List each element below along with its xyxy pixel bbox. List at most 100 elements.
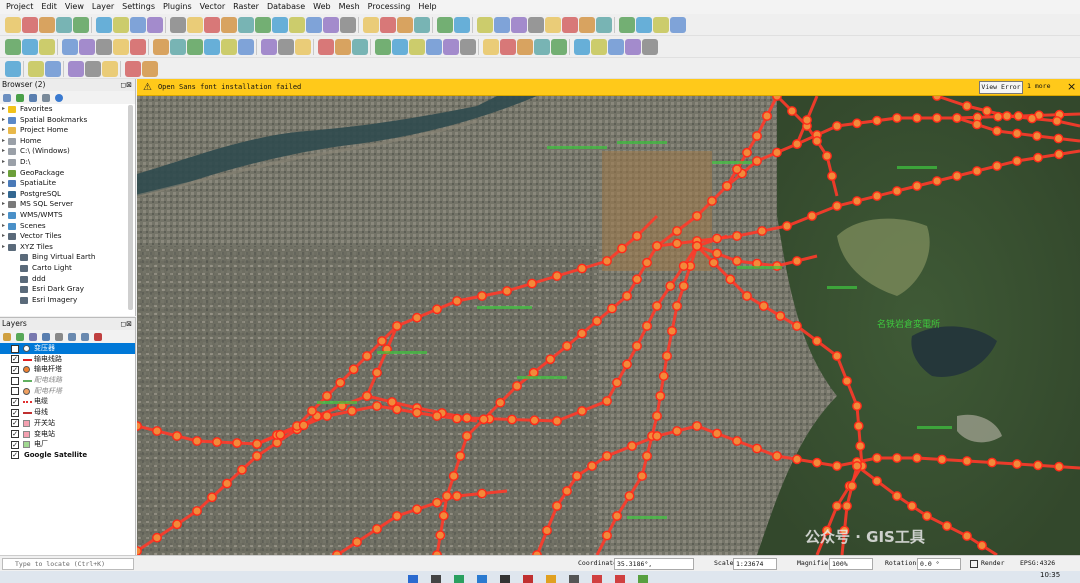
view-error-button[interactable]: View Error — [979, 81, 1023, 94]
toolbar-tool-icon[interactable] — [397, 17, 413, 33]
toolbar-tool-icon[interactable] — [278, 39, 294, 55]
transmission-tower[interactable] — [892, 453, 902, 463]
layer-row[interactable]: ✓ 输电杆塔 — [0, 364, 135, 375]
transmission-tower[interactable] — [552, 501, 562, 511]
transmission-tower[interactable] — [252, 439, 262, 449]
transmission-tower[interactable] — [832, 351, 842, 361]
expand-arrow-icon[interactable]: ▸ — [2, 125, 5, 136]
transmission-tower[interactable] — [962, 101, 972, 111]
transmission-tower[interactable] — [732, 231, 742, 241]
transmission-tower[interactable] — [137, 421, 142, 431]
transmission-tower[interactable] — [678, 261, 689, 271]
transmission-tower[interactable] — [832, 461, 842, 471]
transmission-tower[interactable] — [478, 414, 489, 425]
browser-item[interactable]: Esri Imagery — [0, 295, 135, 306]
toolbar-tool-icon[interactable] — [261, 39, 277, 55]
toolbar-tool-icon[interactable] — [414, 17, 430, 33]
transmission-tower[interactable] — [502, 286, 512, 296]
transmission-tower[interactable] — [652, 241, 662, 251]
filter-legend-icon[interactable] — [42, 332, 50, 341]
expand-arrow-icon[interactable]: ▸ — [2, 199, 5, 210]
toolbar-tool-icon[interactable] — [551, 39, 567, 55]
transmission-tower[interactable] — [725, 274, 736, 285]
open-styling-icon[interactable] — [3, 332, 11, 341]
transmission-tower[interactable] — [577, 328, 587, 339]
toolbar-tool-icon[interactable] — [221, 17, 237, 33]
toolbar-tool-icon[interactable] — [272, 17, 288, 33]
transmission-tower[interactable] — [792, 321, 802, 331]
toolbar-tool-icon[interactable] — [460, 39, 476, 55]
transmission-tower[interactable] — [507, 414, 517, 425]
transmission-tower[interactable] — [892, 186, 902, 196]
transmission-tower[interactable] — [542, 525, 552, 536]
layer-visibility-checkbox[interactable] — [11, 376, 19, 385]
transmission-tower[interactable] — [652, 411, 662, 421]
expand-arrow-icon[interactable]: ▸ — [2, 231, 5, 242]
expand-arrow-icon[interactable]: ▸ — [2, 115, 5, 126]
transmission-tower[interactable] — [237, 464, 247, 475]
toolbar-tool-icon[interactable] — [335, 39, 351, 55]
browser-item[interactable]: ▸ GeoPackage — [0, 168, 135, 179]
browser-item[interactable]: ▸ WMS/WMTS — [0, 210, 135, 221]
browser-item[interactable]: ▸ PostgreSQL — [0, 189, 135, 200]
toolbar-tool-icon[interactable] — [363, 17, 379, 33]
transmission-tower[interactable] — [678, 281, 689, 291]
transmission-tower[interactable] — [275, 429, 286, 440]
transmission-tower[interactable] — [712, 428, 722, 439]
transmission-tower[interactable] — [192, 436, 202, 446]
transmission-tower[interactable] — [577, 263, 587, 274]
toolbar-tool-icon[interactable] — [56, 17, 72, 33]
transmission-tower[interactable] — [627, 441, 637, 451]
app-icon[interactable] — [615, 575, 625, 583]
transmission-tower[interactable] — [812, 136, 822, 146]
transmission-tower[interactable] — [832, 501, 842, 511]
transmission-tower[interactable] — [855, 441, 866, 451]
toolbar-tool-icon[interactable] — [238, 17, 254, 33]
toolbar-tool-icon[interactable] — [454, 17, 470, 33]
layer-visibility-checkbox[interactable]: ✓ — [11, 419, 19, 428]
transmission-tower[interactable] — [322, 391, 332, 401]
search-icon[interactable] — [431, 575, 441, 583]
transmission-tower[interactable] — [137, 546, 142, 555]
menu-edit[interactable]: Edit — [37, 0, 61, 14]
transmission-tower[interactable] — [852, 118, 862, 129]
toolbar-tool-icon[interactable] — [574, 39, 590, 55]
transmission-tower[interactable] — [212, 437, 222, 447]
layer-visibility-checkbox[interactable]: ✓ — [11, 451, 19, 460]
toolbar-tool-icon[interactable] — [494, 17, 510, 33]
toolbar-tool-icon[interactable] — [68, 61, 84, 77]
transmission-tower[interactable] — [792, 139, 802, 149]
toolbar-tool-icon[interactable] — [142, 61, 158, 77]
transmission-tower[interactable] — [1054, 461, 1064, 472]
toolbar-tool-icon[interactable] — [437, 17, 453, 33]
toolbar-tool-icon[interactable] — [238, 39, 254, 55]
transmission-tower[interactable] — [152, 532, 162, 543]
toolbar-tool-icon[interactable] — [625, 39, 641, 55]
transmission-tower[interactable] — [602, 396, 612, 406]
layer-row[interactable]: 配电杆塔 — [0, 386, 135, 397]
transmission-tower[interactable] — [222, 478, 232, 489]
toolbar-tool-icon[interactable] — [39, 39, 55, 55]
transmission-tower[interactable] — [1033, 460, 1043, 471]
toolbar-tool-icon[interactable] — [5, 39, 21, 55]
transmission-tower[interactable] — [495, 397, 506, 408]
transmission-tower[interactable] — [152, 426, 162, 436]
transmission-tower[interactable] — [937, 454, 947, 465]
transmission-tower[interactable] — [992, 126, 1002, 136]
toolbar-tool-icon[interactable] — [73, 17, 89, 33]
toolbar-tool-icon[interactable] — [318, 39, 334, 55]
toolbar-tool-icon[interactable] — [204, 17, 220, 33]
transmission-tower[interactable] — [512, 381, 522, 391]
layer-row[interactable]: ✓ 母线 — [0, 407, 135, 418]
toolbar-tool-icon[interactable] — [62, 39, 78, 55]
transmission-tower[interactable] — [827, 171, 837, 181]
toolbar-tool-icon[interactable] — [608, 39, 624, 55]
transmission-tower[interactable] — [432, 497, 442, 508]
transmission-tower[interactable] — [812, 457, 822, 468]
layer-row[interactable]: 配电线路 — [0, 375, 135, 386]
transmission-tower[interactable] — [642, 321, 652, 331]
toolbar-tool-icon[interactable] — [45, 61, 61, 77]
transmission-tower[interactable] — [362, 391, 372, 401]
transmission-tower[interactable] — [832, 121, 842, 131]
transmission-tower[interactable] — [632, 274, 642, 285]
